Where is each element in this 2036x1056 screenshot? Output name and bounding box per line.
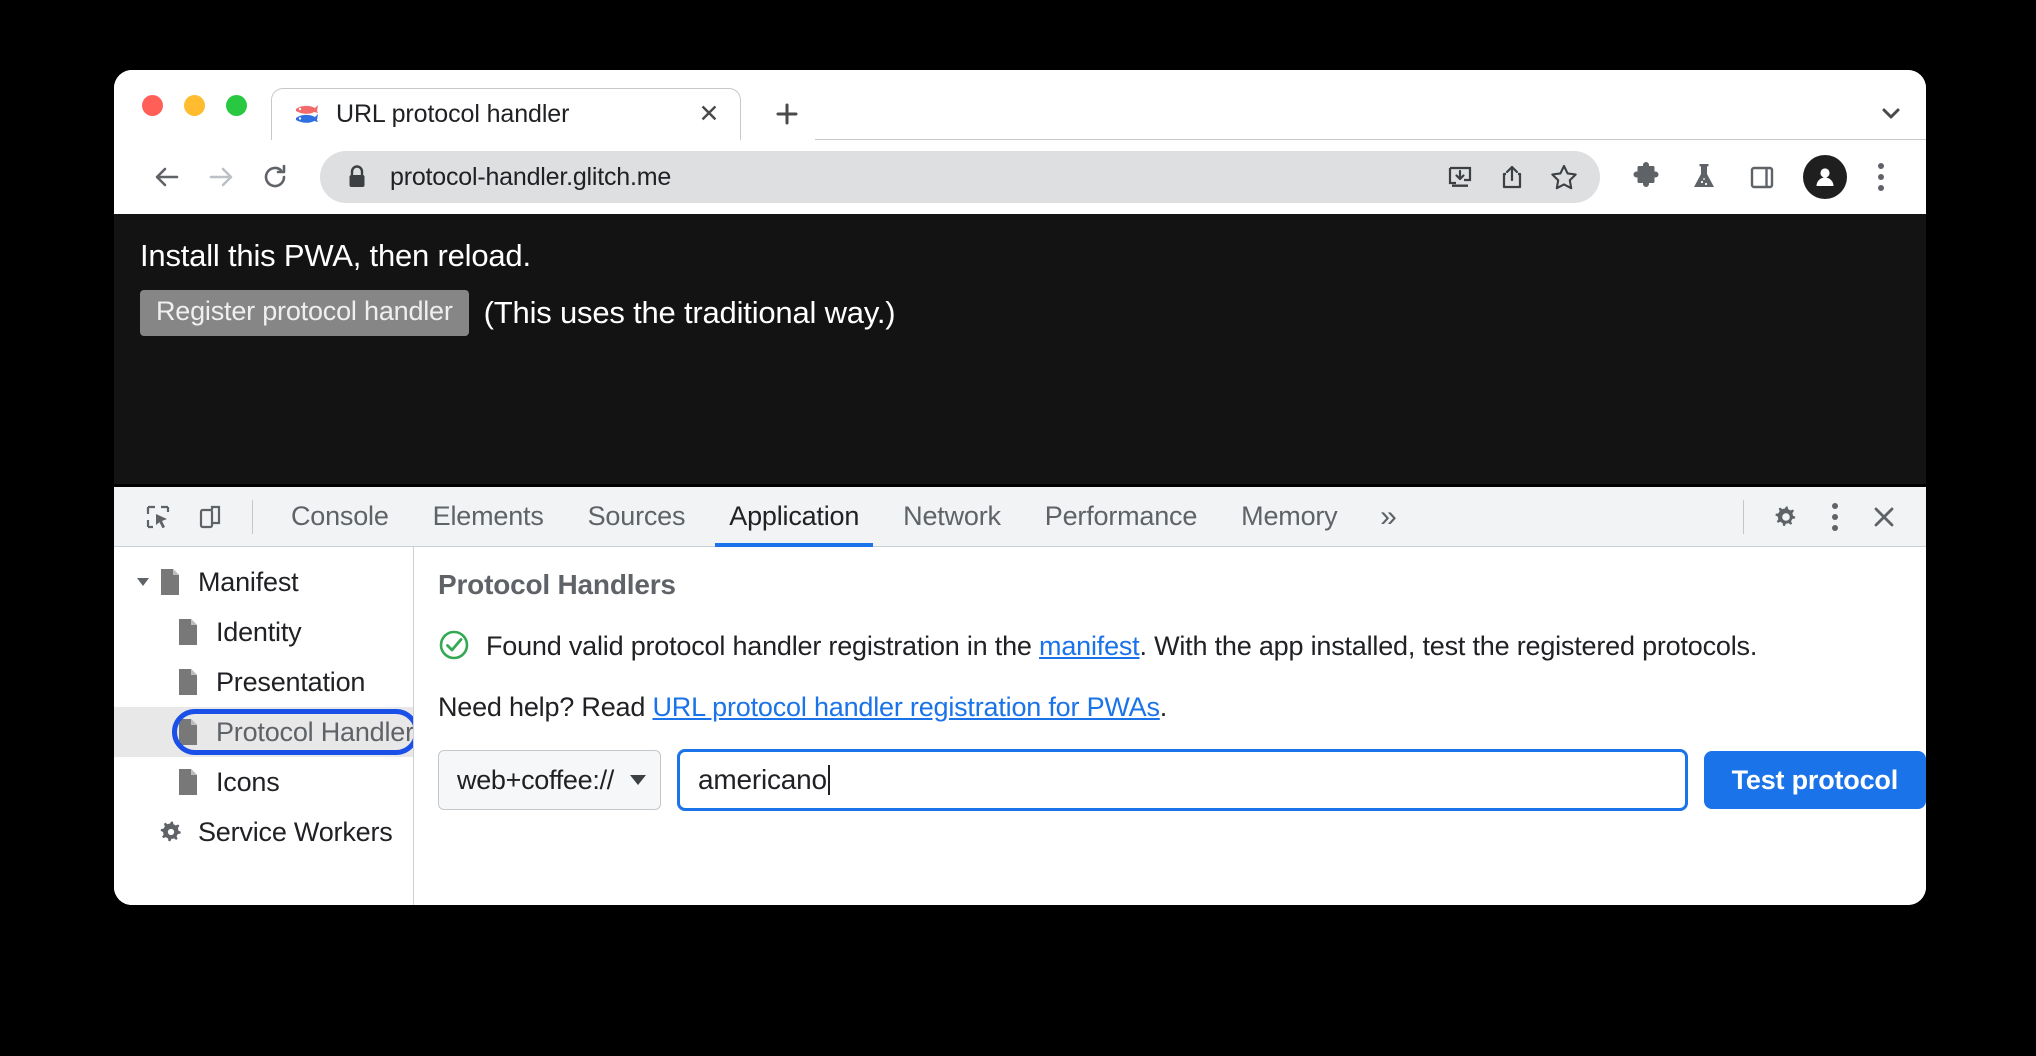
- gear-icon[interactable]: [1760, 491, 1812, 543]
- sidebar-item-manifest[interactable]: Manifest: [114, 557, 413, 607]
- reload-icon[interactable]: [248, 150, 302, 204]
- page-heading: Install this PWA, then reload.: [140, 238, 531, 273]
- puzzle-icon[interactable]: [1620, 150, 1672, 204]
- share-icon[interactable]: [1486, 151, 1538, 203]
- tab-performance[interactable]: Performance: [1023, 487, 1219, 547]
- sidebar-item-label: Identity: [216, 616, 302, 647]
- profile-avatar-icon[interactable]: [1798, 150, 1852, 204]
- status-text: Found valid protocol handler registratio…: [486, 627, 1757, 665]
- help-text-after: .: [1159, 692, 1168, 722]
- document-icon: [176, 767, 202, 797]
- forward-icon[interactable]: [194, 150, 248, 204]
- document-icon: [176, 617, 202, 647]
- page-viewport: Install this PWA, then reload. Register …: [114, 214, 1926, 484]
- devtools-panel: Console Elements Sources Application Net…: [114, 484, 1926, 905]
- install-app-icon[interactable]: [1434, 151, 1486, 203]
- window-close-button[interactable]: [142, 94, 163, 116]
- sidebar-item-service-workers[interactable]: Service Workers: [114, 807, 413, 857]
- sidebar-item-identity[interactable]: Identity: [114, 607, 413, 657]
- tab-title: URL protocol handler: [336, 100, 570, 128]
- close-icon[interactable]: [1858, 491, 1910, 543]
- sidebar-item-presentation[interactable]: Presentation: [114, 657, 413, 707]
- flask-icon[interactable]: [1678, 150, 1730, 204]
- lock-icon: [346, 164, 368, 190]
- devtools-toolbar: Console Elements Sources Application Net…: [114, 487, 1926, 547]
- protocol-url-input[interactable]: americano: [676, 749, 1688, 811]
- tabstrip-filler: [815, 87, 1856, 140]
- check-circle-icon: [438, 629, 470, 666]
- tab-elements[interactable]: Elements: [411, 487, 566, 547]
- browser-window: URL protocol handler ✕ protocol-handler.…: [114, 70, 1926, 905]
- tab-application[interactable]: Application: [707, 487, 881, 547]
- sidebar-item-label: Protocol Handlers: [216, 716, 414, 747]
- text-cursor: [827, 765, 830, 795]
- chevron-down-icon[interactable]: [128, 567, 158, 597]
- address-bar-url: protocol-handler.glitch.me: [390, 162, 672, 191]
- scheme-select[interactable]: web+coffee://: [438, 750, 661, 810]
- status-text-before: Found valid protocol handler registratio…: [486, 631, 1040, 661]
- more-tabs-icon[interactable]: »: [1359, 487, 1417, 547]
- status-message: Found valid protocol handler registratio…: [438, 627, 1926, 666]
- sidebar-item-protocol-handlers[interactable]: Protocol Handlers: [114, 707, 413, 757]
- window-traffic-lights: [114, 70, 271, 140]
- star-icon[interactable]: [1538, 151, 1590, 203]
- toolbar-divider: [252, 499, 253, 534]
- devtools-three-dot-menu-icon[interactable]: [1812, 491, 1858, 543]
- inspect-element-icon[interactable]: [132, 491, 184, 543]
- three-dot-menu-icon[interactable]: [1858, 150, 1904, 204]
- sidebar-item-label: Presentation: [216, 666, 366, 697]
- address-bar[interactable]: protocol-handler.glitch.me: [320, 151, 1600, 203]
- scheme-select-value: web+coffee://: [457, 764, 614, 795]
- page-note: (This uses the traditional way.): [483, 294, 896, 330]
- sidebar-item-label: Manifest: [198, 566, 299, 597]
- window-minimize-button[interactable]: [184, 94, 205, 116]
- koinobori-fish-icon: [294, 102, 320, 128]
- browser-toolbar: protocol-handler.glitch.me: [114, 140, 1926, 214]
- help-text-before: Need help? Read: [438, 692, 653, 722]
- gear-icon: [158, 817, 184, 847]
- protocol-handlers-panel: Protocol Handlers Found valid protocol h…: [414, 547, 1926, 905]
- tab-network[interactable]: Network: [881, 487, 1023, 547]
- tab-sources[interactable]: Sources: [566, 487, 708, 547]
- toolbar-divider-right: [1743, 499, 1744, 534]
- protocol-url-input-value: americano: [697, 764, 827, 795]
- sidebar-item-icons[interactable]: Icons: [114, 757, 413, 807]
- device-toolbar-icon[interactable]: [184, 491, 236, 543]
- side-panel-icon[interactable]: [1736, 150, 1788, 204]
- tab-close-icon[interactable]: ✕: [692, 98, 726, 132]
- document-icon: [176, 717, 202, 747]
- register-protocol-handler-button[interactable]: Register protocol handler: [140, 290, 469, 336]
- manifest-link[interactable]: manifest: [1039, 631, 1140, 661]
- pwa-docs-link[interactable]: URL protocol handler registration for PW…: [652, 692, 1160, 722]
- new-tab-button[interactable]: [759, 88, 815, 140]
- document-icon: [158, 567, 184, 597]
- sidebar-item-label: Icons: [216, 766, 280, 797]
- help-message: Need help? Read URL protocol handler reg…: [438, 692, 1926, 723]
- protocol-test-form: web+coffee:// americano Test protocol: [438, 749, 1926, 811]
- document-icon: [176, 667, 202, 697]
- page-title: Protocol Handlers: [438, 569, 676, 600]
- tab-console[interactable]: Console: [269, 487, 411, 547]
- tab-strip: URL protocol handler ✕: [114, 70, 1926, 140]
- browser-tab[interactable]: URL protocol handler ✕: [271, 88, 741, 140]
- tab-memory[interactable]: Memory: [1219, 487, 1359, 547]
- window-maximize-button[interactable]: [226, 94, 247, 116]
- devtools-tabs: Console Elements Sources Application Net…: [269, 487, 1359, 547]
- devtools-body: Manifest Identity Presentation Protocol …: [114, 547, 1926, 905]
- page-action-row: Register protocol handler (This uses the…: [140, 290, 1926, 336]
- back-icon[interactable]: [140, 150, 194, 204]
- chevron-down-icon: [629, 775, 646, 785]
- avatar: [1803, 155, 1847, 199]
- status-text-after: . With the app installed, test the regis…: [1139, 631, 1758, 661]
- chevron-down-icon[interactable]: [1856, 87, 1926, 140]
- devtools-sidebar-tree: Manifest Identity Presentation Protocol …: [114, 547, 414, 905]
- test-protocol-button[interactable]: Test protocol: [1703, 751, 1926, 809]
- sidebar-item-label: Service Workers: [198, 816, 393, 847]
